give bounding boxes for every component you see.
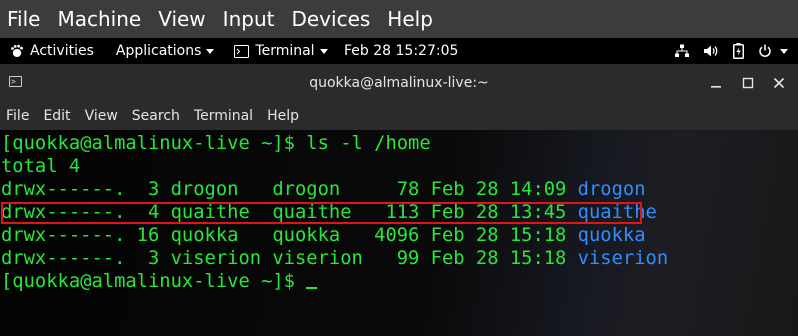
listing-row: drwx------. 3 viserion viserion 99 Feb 2… xyxy=(1,248,669,269)
terminal-menubar: File Edit View Search Terminal Help xyxy=(0,102,798,130)
applications-menu[interactable]: Applications xyxy=(116,43,215,59)
highlight-box xyxy=(1,202,642,224)
vm-menu-machine[interactable]: Machine xyxy=(57,0,141,38)
terminal-label: Terminal xyxy=(255,43,315,59)
vm-menu-input[interactable]: Input xyxy=(223,0,275,38)
term-menu-help[interactable]: Help xyxy=(267,108,299,124)
volume-icon xyxy=(704,45,718,57)
window-title: quokka@almalinux-live:~ xyxy=(309,75,489,91)
text-cursor xyxy=(306,287,318,289)
vm-menubar: File Machine View Input Devices Help xyxy=(0,0,798,38)
dir-name: drogon xyxy=(577,179,646,200)
chevron-down-icon xyxy=(319,48,328,54)
applications-label: Applications xyxy=(115,43,202,59)
vm-menu-file[interactable]: File xyxy=(7,0,40,38)
prompt-line: [quokka@almalinux-live ~]$ xyxy=(1,271,307,292)
chevron-down-icon xyxy=(780,48,788,54)
close-button[interactable] xyxy=(770,74,788,92)
minimize-button[interactable] xyxy=(707,74,725,92)
gnome-top-bar: Activities Applications Terminal Feb 28 … xyxy=(0,38,798,64)
term-menu-search[interactable]: Search xyxy=(132,108,180,124)
maximize-button[interactable] xyxy=(739,74,757,92)
network-icon xyxy=(675,44,689,57)
term-menu-edit[interactable]: Edit xyxy=(43,108,70,124)
system-tray[interactable] xyxy=(675,38,788,64)
chevron-down-icon xyxy=(206,48,215,54)
terminal-output[interactable]: [quokka@almalinux-live ~]$ ls -l /home t… xyxy=(0,130,798,336)
activities-label: Activities xyxy=(30,43,94,59)
power-icon xyxy=(759,44,771,57)
terminal-icon xyxy=(234,44,250,58)
dir-name: quokka xyxy=(577,225,646,246)
listing-row: drwx------. 3 drogon drogon 78 Feb 28 14… xyxy=(1,179,646,200)
prompt-line: [quokka@almalinux-live ~]$ ls -l /home xyxy=(1,133,431,154)
window-titlebar[interactable]: > quokka@almalinux-live:~ xyxy=(0,64,798,102)
terminal-app-menu[interactable]: Terminal xyxy=(234,43,328,59)
close-icon xyxy=(773,77,785,89)
total-line: total 4 xyxy=(1,156,81,177)
gnome-foot-icon xyxy=(11,44,23,57)
battery-icon xyxy=(733,43,744,59)
clock[interactable]: Feb 28 15:27:05 xyxy=(344,38,458,64)
term-menu-terminal[interactable]: Terminal xyxy=(194,108,253,124)
term-menu-file[interactable]: File xyxy=(6,108,29,124)
maximize-icon xyxy=(742,77,754,89)
dir-name: viserion xyxy=(577,248,669,269)
term-menu-view[interactable]: View xyxy=(85,108,118,124)
vm-menu-view[interactable]: View xyxy=(158,0,205,38)
vm-menu-devices[interactable]: Devices xyxy=(291,0,370,38)
minimize-icon xyxy=(711,86,721,88)
activities-button[interactable]: Activities xyxy=(10,43,94,59)
vm-menu-help[interactable]: Help xyxy=(387,0,433,38)
listing-row: drwx------. 16 quokka quokka 4096 Feb 28… xyxy=(1,225,646,246)
